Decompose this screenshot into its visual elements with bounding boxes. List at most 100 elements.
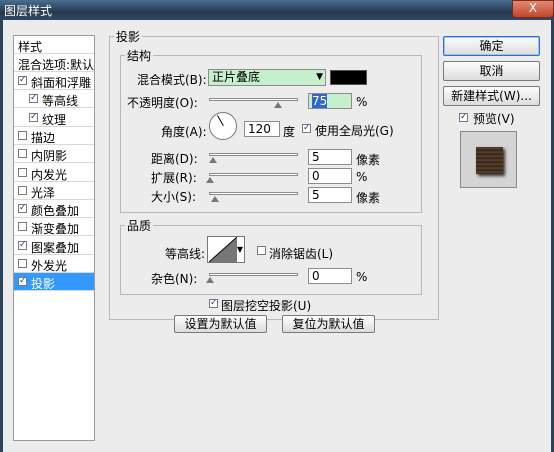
size-unit: 像素: [356, 191, 381, 205]
styles-list-item-checkbox[interactable]: [29, 112, 38, 122]
chevron-down-icon: ▼: [316, 72, 323, 82]
distance-unit: 像素: [356, 153, 381, 167]
styles-list-item-checkbox[interactable]: [18, 185, 27, 195]
antialias-checkbox[interactable]: [257, 246, 266, 255]
angle-value: 120: [248, 122, 271, 136]
styles-list-item[interactable]: 图案叠加: [14, 237, 94, 255]
angle-label: 角度(A):: [161, 125, 207, 139]
preview-label: 预览(V): [473, 112, 515, 126]
styles-list-item-checkbox[interactable]: [18, 76, 27, 85]
noise-slider-thumb[interactable]: [206, 277, 214, 283]
drop-shadow-title: 投影: [116, 30, 141, 44]
preview-checkbox[interactable]: [459, 113, 468, 122]
size-input[interactable]: 5: [308, 187, 352, 203]
spread-input[interactable]: 0: [308, 168, 352, 184]
styles-list-item-label: 外发光: [31, 259, 68, 273]
opacity-slider-thumb[interactable]: [274, 102, 282, 108]
distance-input[interactable]: 5: [308, 149, 352, 165]
knockout-checkbox[interactable]: [209, 299, 218, 308]
quality-title: 品质: [127, 219, 152, 233]
styles-list-item-label: 描边: [31, 130, 56, 145]
blend-mode-label: 混合模式(B):: [137, 73, 207, 87]
cancel-button[interactable]: 取消: [443, 61, 540, 81]
styles-list-item[interactable]: 投影: [14, 273, 94, 292]
styles-list-item[interactable]: 纹理: [14, 109, 94, 127]
contour-linear-icon: [209, 237, 237, 262]
spread-label: 扩展(R):: [151, 171, 197, 185]
styles-list-item-label: 图案叠加: [31, 240, 80, 255]
new-style-button[interactable]: 新建样式(W)...: [443, 86, 540, 106]
styles-header-label: 样式: [18, 40, 43, 54]
antialias-label: 消除锯齿(L): [269, 247, 334, 261]
style-preview-thumbnail: [460, 131, 517, 188]
contour-picker[interactable]: ▼: [207, 236, 245, 263]
noise-input[interactable]: 0: [308, 268, 352, 284]
styles-list: 样式 混合选项:默认 斜面和浮雕等高线纹理描边内阴影内发光光泽颜色叠加渐变叠加图…: [13, 35, 95, 441]
styles-list-item-checkbox[interactable]: [18, 277, 27, 287]
styles-list-item-label: 光泽: [31, 185, 56, 200]
styles-list-item[interactable]: 内发光: [14, 164, 94, 182]
spread-slider[interactable]: [209, 173, 298, 176]
opacity-label: 不透明度(O):: [127, 96, 198, 110]
structure-title: 结构: [127, 49, 152, 63]
style-preview-swatch: [476, 147, 503, 174]
size-slider[interactable]: [209, 192, 298, 195]
reset-default-button[interactable]: 复位为默认值: [282, 315, 375, 333]
angle-dial[interactable]: [209, 112, 237, 140]
styles-list-item-label: 等高线: [42, 94, 79, 109]
angle-unit: 度: [283, 125, 296, 139]
opacity-value: 75: [312, 94, 328, 108]
noise-unit: %: [356, 270, 368, 284]
blend-mode-value: 正片叠底: [212, 70, 261, 84]
make-default-button[interactable]: 设置为默认值: [174, 315, 267, 333]
window-title: 图层样式: [4, 4, 53, 18]
ok-button[interactable]: 确定: [443, 36, 540, 56]
contour-chevron-down-icon[interactable]: ▼: [237, 245, 243, 254]
styles-list-item[interactable]: 斜面和浮雕: [14, 72, 94, 90]
close-button[interactable]: X: [512, 0, 554, 18]
contour-label: 等高线:: [165, 247, 206, 261]
noise-slider[interactable]: [209, 273, 298, 276]
styles-header[interactable]: 样式: [14, 36, 94, 54]
distance-label: 距离(D):: [151, 152, 198, 166]
styles-list-item-checkbox[interactable]: [18, 130, 27, 140]
opacity-input[interactable]: 75: [308, 93, 352, 109]
global-light-label: 使用全局光(G): [315, 124, 394, 138]
styles-list-item-checkbox[interactable]: [18, 222, 27, 232]
distance-slider[interactable]: [209, 153, 298, 156]
styles-list-item-label: 内发光: [31, 167, 68, 182]
styles-list-item-checkbox[interactable]: [18, 149, 27, 159]
styles-list-item[interactable]: 内阴影: [14, 145, 94, 164]
size-value: 5: [312, 188, 320, 202]
styles-list-item[interactable]: 外发光: [14, 255, 94, 273]
styles-list-item-label: 纹理: [42, 112, 67, 127]
styles-list-item-checkbox[interactable]: [29, 94, 38, 104]
angle-dial-needle: [217, 115, 224, 126]
styles-list-item-label: 投影: [31, 277, 56, 292]
blend-options-item[interactable]: 混合选项:默认: [14, 54, 94, 72]
distance-value: 5: [312, 150, 320, 164]
styles-list-item[interactable]: 描边: [14, 127, 94, 145]
styles-list-item[interactable]: 等高线: [14, 90, 94, 109]
dialog-body: 样式 混合选项:默认 斜面和浮雕等高线纹理描边内阴影内发光光泽颜色叠加渐变叠加图…: [0, 20, 554, 452]
title-bar: 图层样式 X: [0, 0, 554, 20]
styles-list-item-checkbox[interactable]: [18, 240, 27, 250]
knockout-label: 图层挖空投影(U): [221, 299, 312, 313]
shadow-color-swatch[interactable]: [330, 70, 367, 85]
styles-list-item[interactable]: 光泽: [14, 182, 94, 200]
size-slider-thumb[interactable]: [211, 196, 219, 202]
styles-list-item[interactable]: 颜色叠加: [14, 200, 94, 219]
opacity-slider[interactable]: [209, 98, 298, 101]
global-light-checkbox[interactable]: [302, 124, 311, 133]
styles-list-item-checkbox[interactable]: [18, 167, 27, 177]
distance-slider-thumb[interactable]: [209, 157, 217, 163]
styles-list-item-checkbox[interactable]: [18, 259, 27, 268]
spread-slider-thumb[interactable]: [206, 177, 214, 183]
styles-list-item-checkbox[interactable]: [18, 204, 27, 214]
styles-list-item[interactable]: 渐变叠加: [14, 218, 94, 237]
angle-input[interactable]: 120: [244, 121, 280, 137]
noise-value: 0: [312, 269, 320, 283]
styles-list-item-label: 斜面和浮雕: [31, 76, 92, 90]
blend-mode-select[interactable]: 正片叠底 ▼: [208, 69, 326, 86]
blend-options-label: 混合选项:默认: [18, 58, 95, 72]
